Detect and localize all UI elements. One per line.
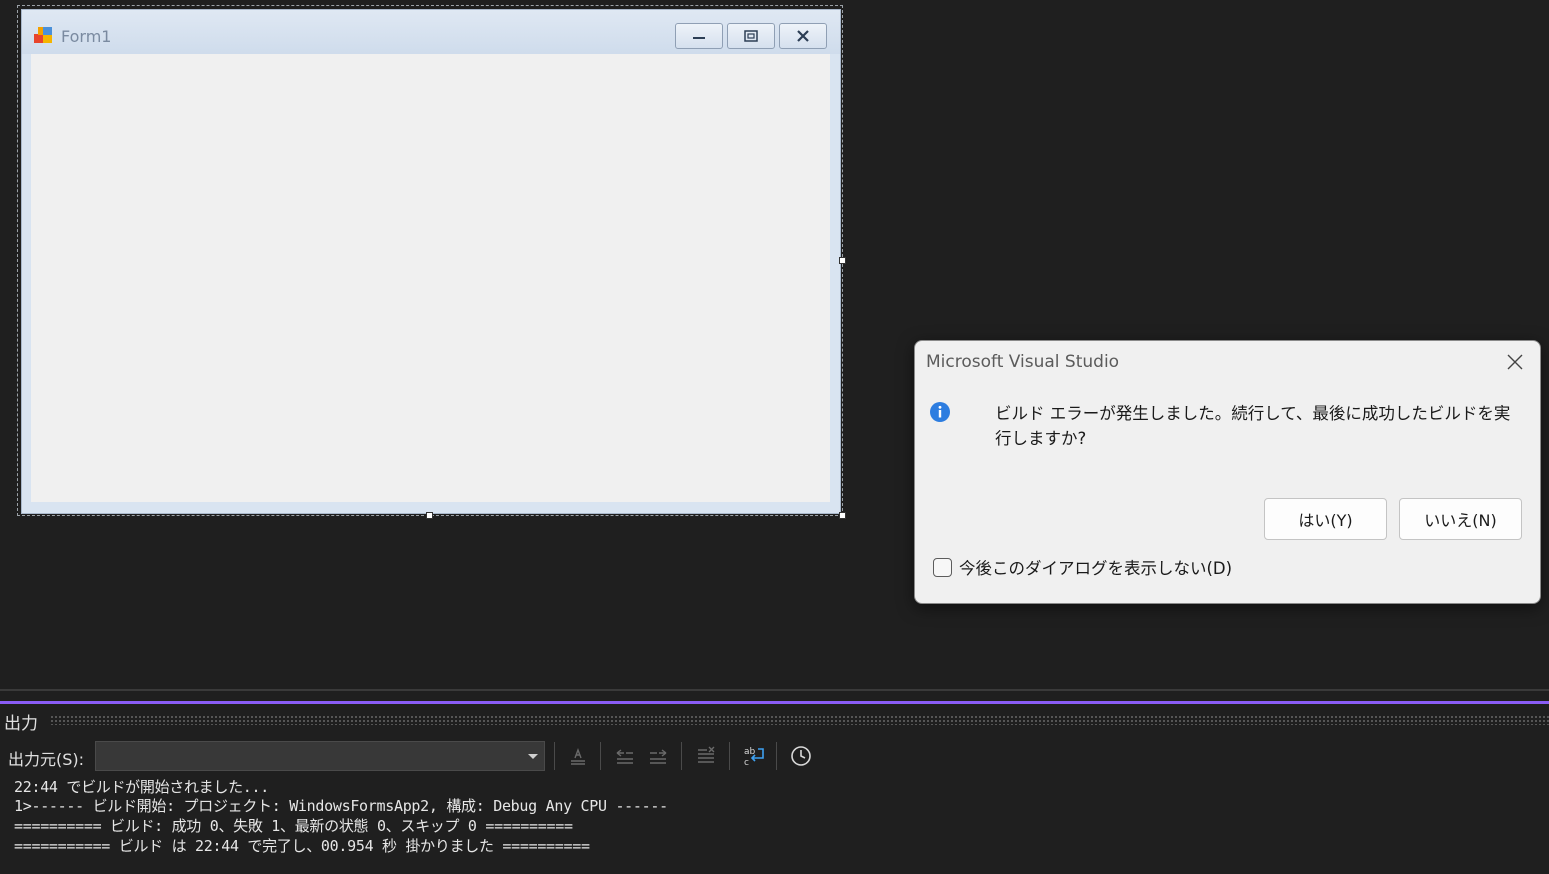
- clock-icon: [791, 746, 811, 766]
- toolbar-separator: [776, 742, 777, 770]
- build-error-dialog: Microsoft Visual Studio ビルド エラーが発生しました。続…: [914, 340, 1541, 604]
- previous-message-icon: [616, 749, 633, 764]
- maximize-icon: [744, 30, 758, 42]
- close-icon: [797, 30, 809, 42]
- word-wrap-icon: ab c: [744, 747, 764, 767]
- resize-handle-bottom-right[interactable]: [839, 512, 846, 519]
- output-panel-title: 出力: [4, 714, 38, 734]
- word-wrap-button[interactable]: ab c: [740, 742, 768, 770]
- minimize-icon: [693, 37, 705, 39]
- panel-drag-grip[interactable]: [50, 715, 1549, 725]
- next-message-button[interactable]: [644, 742, 672, 770]
- no-button[interactable]: いいえ(N): [1399, 498, 1522, 540]
- clear-all-icon: [698, 746, 715, 763]
- windows-app-icon: [34, 27, 52, 43]
- toolbar-separator: [729, 742, 730, 770]
- svg-text:c: c: [744, 758, 749, 767]
- info-icon: [930, 402, 950, 422]
- chevron-down-icon: [528, 754, 538, 759]
- form1-designer[interactable]: Form1: [21, 9, 841, 514]
- resize-handle-bottom[interactable]: [426, 512, 433, 519]
- dont-show-again-checkbox[interactable]: [933, 557, 952, 577]
- output-text-area[interactable]: 22:44 でビルドが開始されました... 1>------ ビルド開始: プロ…: [0, 776, 1549, 874]
- close-icon: [1507, 354, 1523, 370]
- find-message-icon: [571, 748, 585, 765]
- dont-show-again-row[interactable]: 今後このダイアログを表示しない(D): [933, 555, 1232, 579]
- toggle-timestamp-button[interactable]: [787, 742, 815, 770]
- dont-show-again-label[interactable]: 今後このダイアログを表示しない(D): [959, 555, 1232, 579]
- output-line: 1>------ ビルド開始: プロジェクト: WindowsFormsApp2…: [14, 797, 668, 815]
- minimize-button[interactable]: [675, 23, 723, 49]
- form-client-area[interactable]: [31, 54, 830, 502]
- output-panel-header[interactable]: 出力: [0, 704, 1549, 736]
- toolbar-separator: [554, 742, 555, 770]
- output-line: ========== ビルド: 成功 0、失敗 1、最新の状態 0、スキップ 0…: [14, 817, 573, 835]
- clear-all-button[interactable]: [692, 742, 720, 770]
- dialog-message: ビルド エラーが発生しました。続行して、最後に成功したビルドを実行しますか?: [995, 404, 1511, 448]
- find-message-button[interactable]: [564, 742, 592, 770]
- panel-separator: [0, 689, 1549, 691]
- form-title: Form1: [61, 27, 112, 46]
- output-toolbar: 出力元(S): ab c: [0, 736, 1549, 776]
- output-line: 22:44 でビルドが開始されました...: [14, 778, 269, 796]
- output-source-dropdown[interactable]: [95, 741, 545, 771]
- toolbar-separator: [600, 742, 601, 770]
- maximize-button[interactable]: [727, 23, 775, 49]
- visual-studio-window: Form1 Microsoft Visual Studio ビルド エラーが発生…: [0, 0, 1549, 874]
- yes-button[interactable]: はい(Y): [1264, 498, 1387, 540]
- dialog-title: Microsoft Visual Studio: [926, 352, 1120, 372]
- output-source-label: 出力元(S):: [8, 750, 85, 769]
- resize-handle-right[interactable]: [839, 257, 846, 264]
- dialog-close-button[interactable]: [1500, 349, 1530, 375]
- form-titlebar[interactable]: Form1: [22, 10, 840, 54]
- output-line: =========== ビルド は 22:44 で完了し、00.954 秒 掛か…: [14, 837, 590, 855]
- next-message-icon: [650, 749, 667, 764]
- previous-message-button[interactable]: [611, 742, 639, 770]
- close-button[interactable]: [779, 23, 827, 49]
- toolbar-separator: [681, 742, 682, 770]
